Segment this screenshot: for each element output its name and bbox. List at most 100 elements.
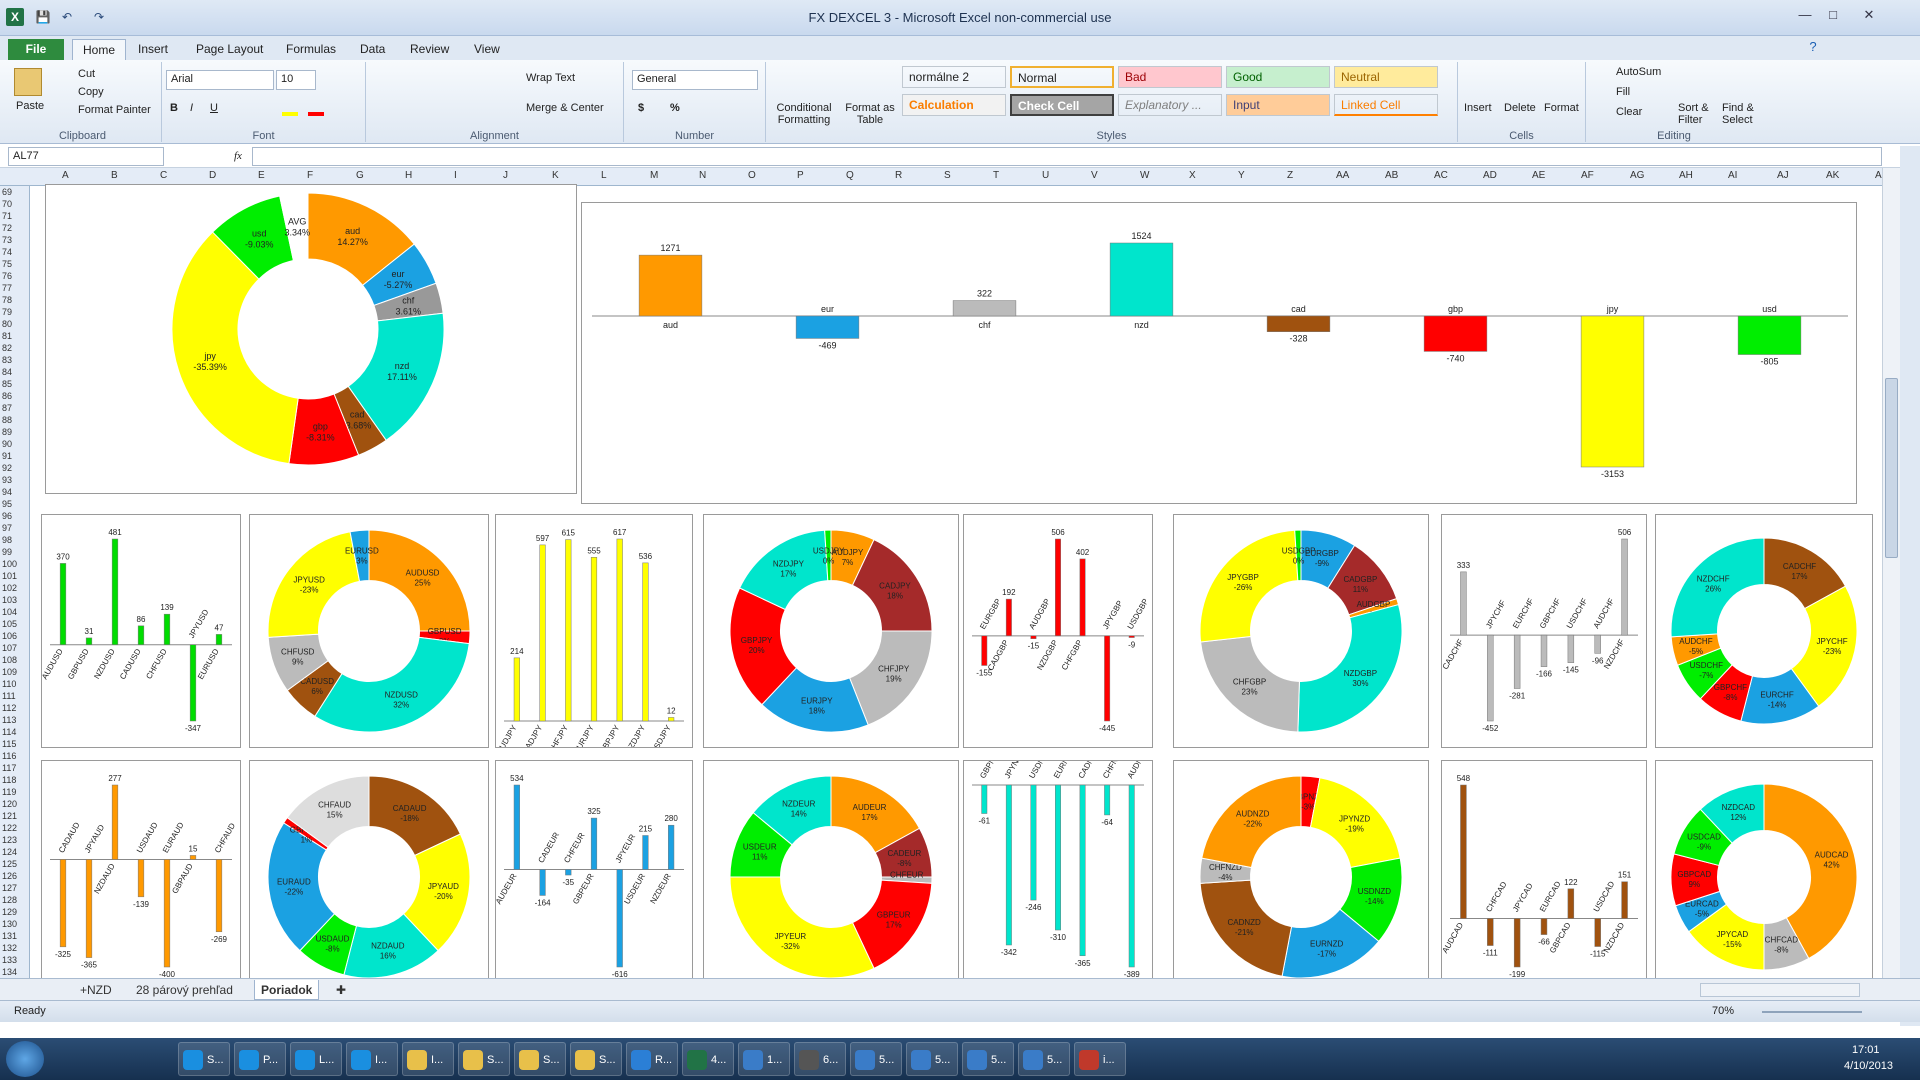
maximize-icon[interactable]: □ (1820, 6, 1846, 24)
style-check-cell[interactable]: Check Cell (1010, 94, 1114, 116)
format-painter-button[interactable]: Format Painter (78, 104, 151, 116)
taskbar-item[interactable]: S... (570, 1042, 622, 1076)
row-76[interactable]: 76 (2, 271, 12, 281)
row-89[interactable]: 89 (2, 427, 12, 437)
tab-data[interactable]: Data (350, 39, 395, 60)
column-v[interactable]: V (1091, 170, 1098, 181)
font-name-field[interactable]: Arial (166, 70, 274, 90)
insert-button[interactable]: Insert (1464, 102, 1492, 114)
taskbar-item[interactable]: 5... (962, 1042, 1014, 1076)
start-button[interactable] (6, 1041, 44, 1077)
style-good[interactable]: Good (1226, 66, 1330, 88)
row-90[interactable]: 90 (2, 439, 12, 449)
main-donut-chart[interactable]: aud 14.27% eur -5.27% chf 3.61% nzd 17.11% cad -3… (45, 184, 577, 494)
row-130[interactable]: 130 (2, 919, 17, 929)
worksheet-grid[interactable]: aud 14.27% eur -5.27% chf 3.61% nzd 17.11% cad -3… (31, 184, 1882, 994)
style-input[interactable]: Input (1226, 94, 1330, 116)
row-97[interactable]: 97 (2, 523, 12, 533)
font-size-field[interactable]: 10 (276, 70, 316, 90)
row-131[interactable]: 131 (2, 931, 17, 941)
column-a[interactable]: A (62, 170, 69, 181)
column-ab[interactable]: AB (1385, 170, 1398, 181)
gbp-donut-chart[interactable]: EURGBP-9%CADGBP11%AUDGBP-1%NZDGBP30%CHFG… (1173, 514, 1429, 748)
column-aj[interactable]: AJ (1777, 170, 1789, 181)
help-icon[interactable]: ? (1800, 38, 1826, 56)
minimize-icon[interactable]: — (1792, 6, 1818, 24)
usd-donut-chart[interactable]: AUDUSD25%GBPUSD2%NZDUSD32%CADUSD6%CHFUSD… (249, 514, 489, 748)
row-77[interactable]: 77 (2, 283, 12, 293)
paste-icon[interactable] (14, 68, 42, 96)
wrap-text-button[interactable]: Wrap Text (526, 72, 575, 84)
row-123[interactable]: 123 (2, 835, 17, 845)
column-u[interactable]: U (1042, 170, 1049, 181)
style-calculation[interactable]: Calculation (902, 94, 1006, 116)
formula-input[interactable] (252, 147, 1882, 166)
column-aa[interactable]: AA (1336, 170, 1349, 181)
column-d[interactable]: D (209, 170, 216, 181)
autosum-button[interactable]: AutoSum (1616, 66, 1661, 78)
main-bar-chart[interactable]: 1271 aud -469 eur 322 chf 1524 nzd -328 cad -740 gb… (581, 202, 1857, 504)
eur-donut-chart[interactable]: AUDEUR17%CADEUR-8%CHFEUR-1%GBPEUR17%JPYE… (703, 760, 959, 994)
row-126[interactable]: 126 (2, 871, 17, 881)
taskbar-item[interactable]: S... (514, 1042, 566, 1076)
row-95[interactable]: 95 (2, 499, 12, 509)
aud-donut-chart[interactable]: CADAUD -18% JPYAUD -20% NZDAUD 16% USDAUD -8% EU… (249, 760, 489, 994)
column-s[interactable]: S (944, 170, 951, 181)
taskbar-item[interactable]: I... (402, 1042, 454, 1076)
cad-donut-chart[interactable]: AUDCAD 42% CHFCAD -8% JPYCAD -15% EURCAD -5% GBP… (1655, 760, 1873, 994)
taskbar-item[interactable]: 1... (738, 1042, 790, 1076)
row-103[interactable]: 103 (2, 595, 17, 605)
column-z[interactable]: Z (1287, 170, 1293, 181)
row-118[interactable]: 118 (2, 775, 16, 785)
italic-button[interactable]: I (190, 102, 193, 114)
column-m[interactable]: M (650, 170, 658, 181)
tab-page-layout[interactable]: Page Layout (186, 39, 273, 60)
sheet-tab-28-parovy[interactable]: 28 párový prehľad (130, 980, 239, 1000)
row-116[interactable]: 116 (2, 751, 16, 761)
row-124[interactable]: 124 (2, 847, 17, 857)
nzd-donut-chart[interactable]: GBPNZD -3% JPYNZD -19% USDNZD -14% EURNZD -17% C… (1173, 760, 1429, 994)
zoom-slider[interactable] (1762, 1011, 1862, 1013)
chf-donut-chart[interactable]: CADCHF 17% JPYCHF -23% EURCHF -14% GBPCHF -8% US… (1655, 514, 1873, 748)
fill-color-icon[interactable] (282, 102, 298, 116)
jpy-bar-chart[interactable]: 214 AUDJPY 597 CADJPY 615 CHFJPY 555 EURJPY 617 G… (495, 514, 693, 755)
conditional-formatting-button[interactable]: Conditional Formatting (774, 102, 834, 126)
style-explanatory[interactable]: Explanatory ... (1118, 94, 1222, 116)
column-i[interactable]: I (454, 170, 457, 181)
copy-button[interactable]: Copy (78, 86, 104, 98)
taskbar-item[interactable]: 5... (906, 1042, 958, 1076)
clear-button[interactable]: Clear (1616, 106, 1642, 118)
row-106[interactable]: 106 (2, 631, 17, 641)
row-81[interactable]: 81 (2, 331, 12, 341)
percent-icon[interactable]: % (670, 102, 680, 114)
taskbar-item[interactable]: S... (178, 1042, 230, 1076)
tab-file[interactable]: File (8, 39, 64, 60)
taskbar-item[interactable]: i... (1074, 1042, 1126, 1076)
row-80[interactable]: 80 (2, 319, 12, 329)
column-ac[interactable]: AC (1434, 170, 1448, 181)
column-l[interactable]: L (601, 170, 607, 181)
row-91[interactable]: 91 (2, 451, 12, 461)
vertical-scrollbar[interactable] (1882, 168, 1900, 978)
column-ae[interactable]: AE (1532, 170, 1545, 181)
delete-button[interactable]: Delete (1504, 102, 1536, 114)
sort-filter-button[interactable]: Sort & Filter (1678, 102, 1718, 126)
row-102[interactable]: 102 (2, 583, 17, 593)
aud-bar-chart[interactable]: -325 CADAUD -365 JPYAUD 277 NZDAUD -139 USDAUD -… (41, 760, 241, 994)
row-108[interactable]: 108 (2, 655, 17, 665)
row-110[interactable]: 110 (2, 679, 16, 689)
row-92[interactable]: 92 (2, 463, 12, 473)
row-111[interactable]: 111 (2, 691, 16, 701)
row-82[interactable]: 82 (2, 343, 12, 353)
row-98[interactable]: 98 (2, 535, 12, 545)
row-101[interactable]: 101 (2, 571, 17, 581)
column-w[interactable]: W (1140, 170, 1149, 181)
horizontal-scrollbar[interactable] (1700, 983, 1860, 997)
column-ai[interactable]: AI (1728, 170, 1737, 181)
gbp-bar-chart[interactable]: -155 EURGBP 192 CADGBP -15 AUDGBP 506 NZDGBP 402… (963, 514, 1153, 748)
cut-button[interactable]: Cut (78, 68, 95, 80)
taskbar-item[interactable]: P... (234, 1042, 286, 1076)
column-g[interactable]: G (356, 170, 364, 181)
tab-formulas[interactable]: Formulas (276, 39, 346, 60)
column-t[interactable]: T (993, 170, 999, 181)
